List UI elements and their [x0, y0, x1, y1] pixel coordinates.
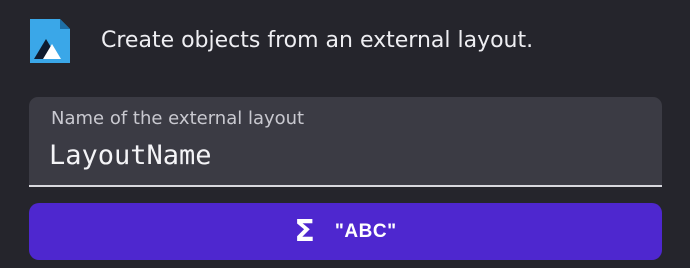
sigma-icon: Σ	[294, 213, 315, 249]
instruction-description: Create objects from an external layout.	[101, 28, 534, 53]
field-label: Name of the external layout	[51, 108, 305, 129]
expression-button-label: "ABC"	[334, 220, 397, 242]
expression-editor-button[interactable]: Σ "ABC"	[29, 203, 662, 260]
instruction-header	[28, 17, 72, 65]
instruction-editor: Create objects from an external layout. …	[0, 0, 690, 268]
external-layout-name-field[interactable]: Name of the external layout	[29, 97, 662, 187]
external-layout-name-input[interactable]	[49, 137, 639, 175]
external-layout-icon	[30, 19, 70, 63]
